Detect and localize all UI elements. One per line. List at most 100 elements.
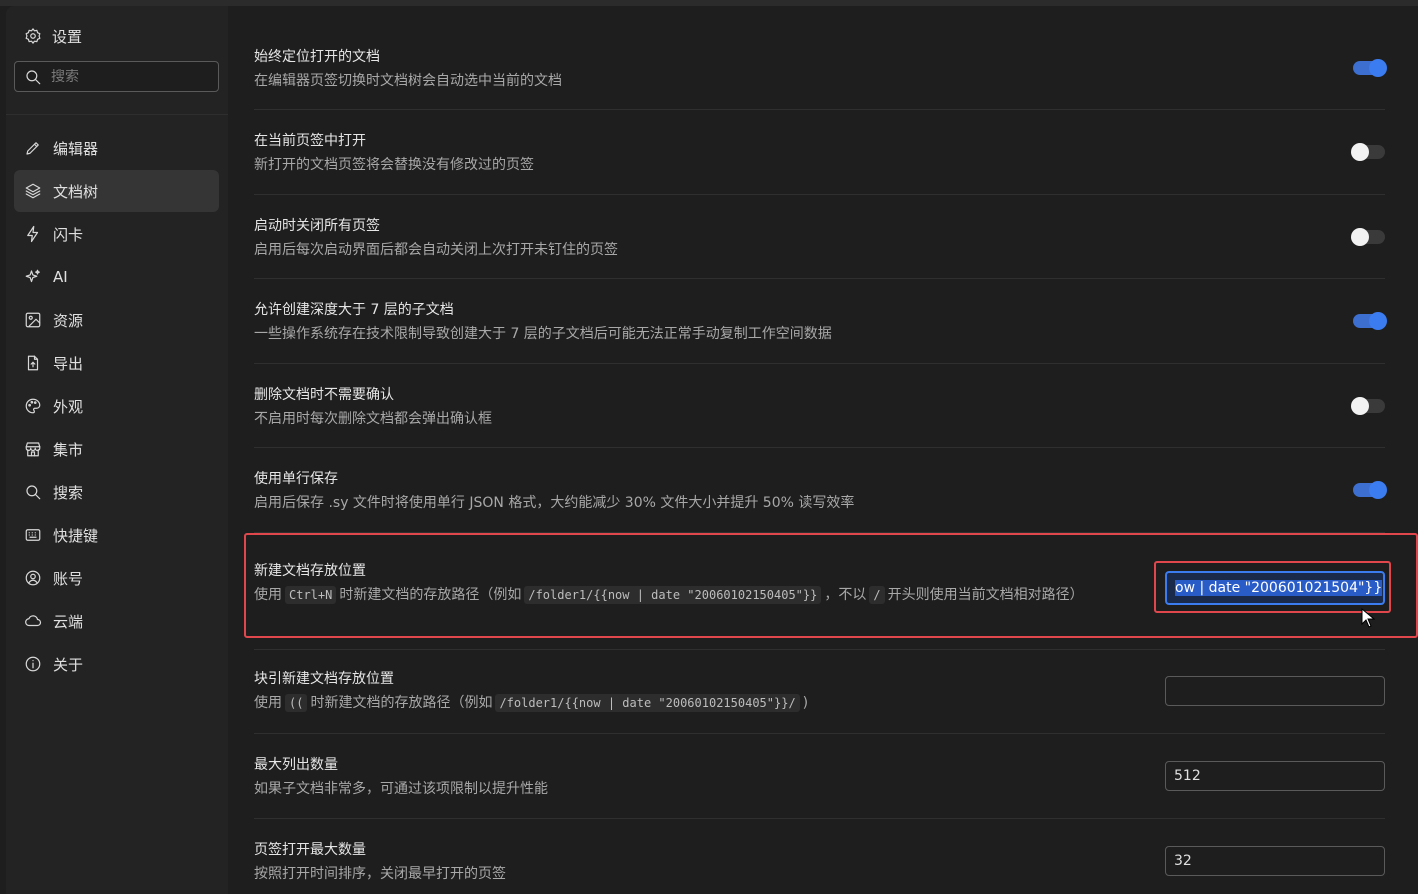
settings-title: 设置 xyxy=(24,24,82,48)
desc-text: 时新建文档的存放路径（例如 xyxy=(310,695,493,711)
settings-search-input[interactable] xyxy=(51,68,201,85)
desc-text: 时新建文档的存放路径（例如 xyxy=(339,587,522,603)
setting-row-max-list-count: 最大列出数量 如果子文档非常多，可通过该项限制以提升性能 xyxy=(254,734,1385,819)
desc-text: 使用 xyxy=(254,695,282,711)
setting-title: 页签打开最大数量 xyxy=(254,842,366,858)
toggle-knob xyxy=(1351,143,1369,161)
setting-title: 始终定位打开的文档 xyxy=(254,49,380,65)
setting-row-open-in-current-tab: 在当前页签中打开 新打开的文档页签将会替换没有修改过的页签 xyxy=(254,110,1385,195)
keyboard-icon xyxy=(24,526,42,544)
settings-nav: 编辑器 文档树 闪卡 AI 资源 导出 外观 集市 搜索 快捷键 账号 云端 关… xyxy=(14,127,219,686)
sidebar-item-cloud[interactable]: 云端 xyxy=(14,600,219,642)
sidebar-item-label: 编辑器 xyxy=(53,139,99,158)
setting-description: 不启用时每次删除文档都会弹出确认框 xyxy=(254,411,492,427)
toggle-knob xyxy=(1369,481,1387,499)
setting-title: 允许创建深度大于 7 层的子文档 xyxy=(254,302,454,318)
sidebar-item-label: 资源 xyxy=(53,311,84,330)
always-locate-toggle[interactable] xyxy=(1353,59,1387,77)
sidebar-item-flashcard[interactable]: 闪卡 xyxy=(14,213,219,255)
setting-row-new-doc-path: 新建文档存放位置 使用 Ctrl+N 时新建文档的存放路径（例如/folder1/{… xyxy=(254,533,1385,650)
setting-description: 使用((时新建文档的存放路径（例如/folder1/{{now | date "… xyxy=(254,691,808,715)
setting-row-allow-deep-docs: 允许创建深度大于 7 层的子文档 一些操作系统存在技术限制导致创建大于 7 层的… xyxy=(254,279,1387,364)
setting-row-single-line-save: 使用单行保存 启用后保存 .sy 文件时将使用单行 JSON 格式，大约能减少 … xyxy=(254,448,1387,533)
store-icon xyxy=(24,440,42,458)
search-icon xyxy=(24,483,42,501)
settings-search-box[interactable] xyxy=(14,61,219,92)
sidebar-item-assets[interactable]: 资源 xyxy=(14,299,219,341)
sidebar-item-label: 闪卡 xyxy=(53,225,84,244)
shortcut-code: Ctrl+N xyxy=(285,586,337,604)
export-file-icon xyxy=(24,354,42,372)
ref-syntax-code: (( xyxy=(285,694,308,712)
sidebar-item-label: 外观 xyxy=(53,397,84,416)
setting-title: 使用单行保存 xyxy=(254,471,338,487)
setting-title: 新建文档存放位置 xyxy=(254,563,366,579)
setting-row-no-delete-confirm: 删除文档时不需要确认 不启用时每次删除文档都会弹出确认框 xyxy=(254,364,1385,448)
setting-row-close-tabs-on-start: 启动时关闭所有页签 启用后每次启动界面后都会自动关闭上次打开未钉住的页签 xyxy=(254,195,1385,279)
toggle-knob xyxy=(1351,228,1369,246)
settings-title-label: 设置 xyxy=(52,27,83,46)
flash-icon xyxy=(24,225,42,243)
allow-deep-docs-toggle[interactable] xyxy=(1353,312,1387,330)
mouse-cursor-icon xyxy=(1361,608,1375,628)
setting-title: 在当前页签中打开 xyxy=(254,133,366,149)
sidebar-item-label: 关于 xyxy=(53,655,84,674)
sidebar-item-keymap[interactable]: 快捷键 xyxy=(14,514,219,556)
settings-sidebar: 设置 编辑器 文档树 闪卡 AI xyxy=(6,6,228,894)
slash-code: / xyxy=(869,586,885,604)
setting-title: 删除文档时不需要确认 xyxy=(254,387,394,403)
setting-description: 在编辑器页签切换时文档树会自动选中当前的文档 xyxy=(254,73,562,89)
max-list-count-input[interactable] xyxy=(1165,761,1385,791)
no-delete-confirm-toggle[interactable] xyxy=(1351,397,1385,415)
setting-description: 启用后每次启动界面后都会自动关闭上次打开未钉住的页签 xyxy=(254,242,618,258)
info-icon xyxy=(24,655,42,673)
setting-description: 按照打开时间排序，关闭最早打开的页签 xyxy=(254,866,506,882)
desc-text: 使用 xyxy=(254,587,282,603)
setting-description: 新打开的文档页签将会替换没有修改过的页签 xyxy=(254,157,534,173)
sidebar-item-about[interactable]: 关于 xyxy=(14,643,219,685)
pencil-icon xyxy=(24,139,42,157)
sidebar-item-marketplace[interactable]: 集市 xyxy=(14,428,219,470)
sidebar-item-doctree[interactable]: 文档树 xyxy=(14,170,219,212)
ref-new-doc-path-input[interactable] xyxy=(1165,676,1385,706)
setting-description: 如果子文档非常多，可通过该项限制以提升性能 xyxy=(254,781,548,797)
setting-row-max-open-tabs: 页签打开最大数量 按照打开时间排序，关闭最早打开的页签 xyxy=(254,819,1385,894)
sidebar-item-label: 搜索 xyxy=(53,483,84,502)
image-icon xyxy=(24,311,42,329)
single-line-save-toggle[interactable] xyxy=(1353,481,1387,499)
sidebar-item-editor[interactable]: 编辑器 xyxy=(14,127,219,169)
sidebar-item-search[interactable]: 搜索 xyxy=(14,471,219,513)
desc-text: ) xyxy=(802,695,809,711)
setting-title: 块引新建文档存放位置 xyxy=(254,671,394,687)
sidebar-item-export[interactable]: 导出 xyxy=(14,342,219,384)
sidebar-item-account[interactable]: 账号 xyxy=(14,557,219,599)
sidebar-item-appearance[interactable]: 外观 xyxy=(14,385,219,427)
setting-description: 使用 Ctrl+N 时新建文档的存放路径（例如/folder1/{{now | da… xyxy=(254,583,1154,607)
sidebar-item-label: 快捷键 xyxy=(53,526,99,545)
sidebar-item-ai[interactable]: AI xyxy=(14,256,219,298)
sidebar-item-label: 文档树 xyxy=(53,182,99,201)
sidebar-item-label: 账号 xyxy=(53,569,84,588)
sparkle-icon xyxy=(24,268,42,286)
search-icon xyxy=(24,68,42,86)
setting-description: 启用后保存 .sy 文件时将使用单行 JSON 格式，大约能减少 30% 文件大… xyxy=(254,495,855,511)
close-tabs-on-start-toggle[interactable] xyxy=(1351,228,1385,246)
account-icon xyxy=(24,569,42,587)
desc-text: 开头则使用当前文档相对路径） xyxy=(887,587,1084,603)
new-doc-path-input[interactable]: ow | date "200601021504"}} xyxy=(1165,571,1385,605)
setting-row-always-locate: 始终定位打开的文档 在编辑器页签切换时文档树会自动选中当前的文档 xyxy=(254,6,1387,110)
cloud-icon xyxy=(24,612,42,630)
gear-icon xyxy=(24,27,42,45)
sidebar-divider xyxy=(6,114,228,115)
max-open-tabs-input[interactable] xyxy=(1165,846,1385,876)
open-in-current-tab-toggle[interactable] xyxy=(1351,143,1385,161)
setting-row-ref-new-doc-path: 块引新建文档存放位置 使用((时新建文档的存放路径（例如/folder1/{{n… xyxy=(254,650,1385,734)
toggle-knob xyxy=(1351,397,1369,415)
sidebar-item-label: AI xyxy=(53,268,68,286)
selected-text: ow | date "200601021504"}} xyxy=(1175,580,1383,596)
path-example-code: /folder1/{{now | date "20060102150405"}}… xyxy=(495,694,800,712)
setting-title: 启动时关闭所有页签 xyxy=(254,218,380,234)
palette-icon xyxy=(24,397,42,415)
sidebar-item-label: 云端 xyxy=(53,612,84,631)
layers-icon xyxy=(24,182,42,200)
